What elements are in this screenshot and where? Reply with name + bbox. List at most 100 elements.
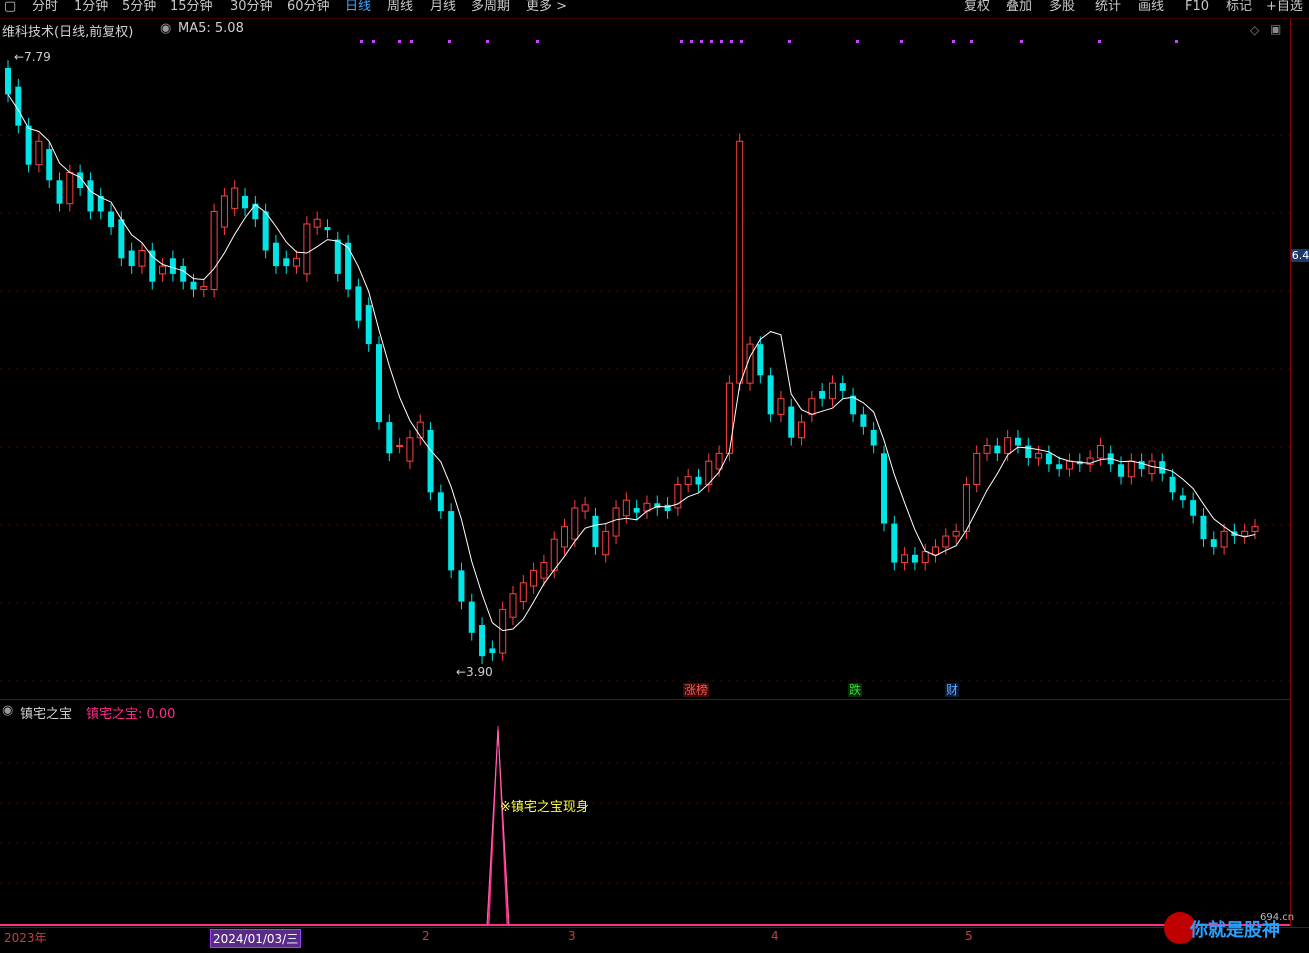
panel-icon[interactable]: ▢: [4, 0, 16, 15]
toolbar-button-0[interactable]: 复权: [964, 0, 990, 15]
candle-body: [1035, 452, 1043, 459]
candle-body: [437, 492, 444, 512]
price-tag: 6.4: [1291, 249, 1309, 262]
price-chart-panel[interactable]: ←7.79 ←3.90 维科技术(日线,前复权) ◉ MA5: 5.08 ◇ ▣ …: [0, 19, 1290, 699]
signal-dot: [372, 40, 375, 43]
candle-body: [499, 608, 507, 654]
period-tab-5[interactable]: 60分钟: [287, 0, 330, 15]
event-marker-finance[interactable]: 财: [945, 683, 960, 697]
candle-body: [396, 445, 404, 448]
signal-dot: [536, 40, 539, 43]
stock-title: 维科技术(日线,前复权): [2, 25, 134, 40]
candle-body: [448, 511, 455, 571]
signal-dot: [410, 40, 413, 43]
period-tab-7[interactable]: 周线: [387, 0, 413, 15]
candle-body: [828, 382, 836, 400]
ma5-line: [7, 94, 1256, 632]
candle-body: [870, 429, 877, 446]
candle-body: [242, 195, 249, 209]
period-tab-2[interactable]: 5分钟: [122, 0, 156, 15]
ma-toggle-icon[interactable]: ◉: [160, 21, 171, 36]
candle-body: [1118, 464, 1125, 477]
candle-body: [994, 445, 1001, 454]
period-tab-3[interactable]: 15分钟: [170, 0, 213, 15]
candle-body: [736, 140, 744, 384]
signal-dot: [788, 40, 791, 43]
price-axis[interactable]: 6.4: [1290, 19, 1309, 926]
candle-body: [56, 180, 63, 204]
high-price-label: ←7.79: [14, 50, 51, 64]
candle-body: [664, 504, 671, 512]
toolbar-button-6[interactable]: 标记: [1226, 0, 1252, 15]
toolbar-button-4[interactable]: 画线: [1138, 0, 1164, 15]
candle-body: [138, 249, 146, 267]
signal-dot: [680, 40, 683, 43]
date-label-selected[interactable]: 2024/01/03/三: [210, 929, 302, 948]
candle-body: [767, 375, 774, 415]
candle-body: [695, 476, 702, 485]
toolbar-button-3[interactable]: 统计: [1095, 0, 1121, 15]
candle-body: [540, 562, 548, 579]
indicator-panel[interactable]: ◉ 镇宅之宝 镇宅之宝: 0.00 ※镇宅之宝现身: [0, 701, 1290, 926]
candle-body: [684, 476, 692, 486]
candle-body: [633, 507, 640, 513]
candle-body: [190, 281, 197, 290]
signal-dot: [448, 40, 451, 43]
period-tab-1[interactable]: 1分钟: [74, 0, 108, 15]
indicator-toggle-icon[interactable]: ◉: [2, 703, 13, 718]
date-label-apr: 4: [771, 929, 779, 943]
candle-body: [231, 187, 239, 209]
candle-body: [169, 258, 176, 274]
candle-body: [921, 551, 929, 564]
toolbar-button-1[interactable]: 叠加: [1006, 0, 1032, 15]
candle-body: [468, 601, 475, 633]
period-tab-8[interactable]: 月线: [430, 0, 456, 15]
signal-dot: [1020, 40, 1023, 43]
period-tab-9[interactable]: 多周期: [471, 0, 510, 15]
candle-body: [46, 149, 53, 181]
candle-body: [932, 546, 940, 556]
date-axis[interactable]: 2023年 2024/01/03/三 2 3 4 5: [0, 927, 1309, 948]
candle-body: [406, 437, 414, 462]
signal-dot: [1175, 40, 1178, 43]
signal-dot: [856, 40, 859, 43]
candle-body: [313, 218, 321, 228]
candle-body: [376, 344, 383, 423]
panel-divider[interactable]: [0, 699, 1290, 700]
signal-dot: [900, 40, 903, 43]
candle-body: [479, 624, 486, 657]
candle-body: [715, 452, 723, 470]
period-tab-10[interactable]: 更多 >: [526, 0, 567, 15]
candle-body: [1169, 476, 1176, 493]
candle-body: [509, 593, 517, 618]
event-marker-limit-up[interactable]: 涨榜: [683, 683, 710, 697]
event-marker-drop[interactable]: 跌: [848, 683, 863, 697]
date-label-year: 2023年: [4, 931, 47, 945]
toolbar-button-2[interactable]: 多股: [1049, 0, 1075, 15]
signal-dot: [740, 40, 743, 43]
candle-body: [725, 382, 733, 454]
signal-dot: [970, 40, 973, 43]
toolbar-button-5[interactable]: F10: [1185, 0, 1209, 15]
period-tab-6[interactable]: 日线: [345, 0, 371, 15]
candle-body: [324, 227, 331, 231]
candle-body: [1014, 437, 1021, 446]
candle-body: [1179, 495, 1186, 501]
toolbar-button-7[interactable]: +自选: [1266, 0, 1303, 15]
diamond-icon[interactable]: ◇: [1250, 23, 1259, 37]
window-icon[interactable]: ▣: [1270, 22, 1281, 36]
candle-body: [200, 285, 208, 291]
candlestick-chart[interactable]: ←7.79 ←3.90: [0, 19, 1290, 699]
signal-text: ※镇宅之宝现身: [500, 800, 589, 815]
period-tab-0[interactable]: 分时: [32, 0, 58, 15]
candle-body: [839, 383, 846, 391]
ma5-label: MA5: 5.08: [178, 21, 244, 36]
candle-body: [911, 554, 918, 563]
candle-body: [1138, 461, 1145, 469]
candle-body: [1096, 445, 1104, 459]
candle-body: [210, 210, 218, 291]
candle-body: [1251, 526, 1259, 532]
period-tab-4[interactable]: 30分钟: [230, 0, 273, 15]
candle-body: [262, 211, 269, 251]
candle-body: [860, 414, 867, 427]
